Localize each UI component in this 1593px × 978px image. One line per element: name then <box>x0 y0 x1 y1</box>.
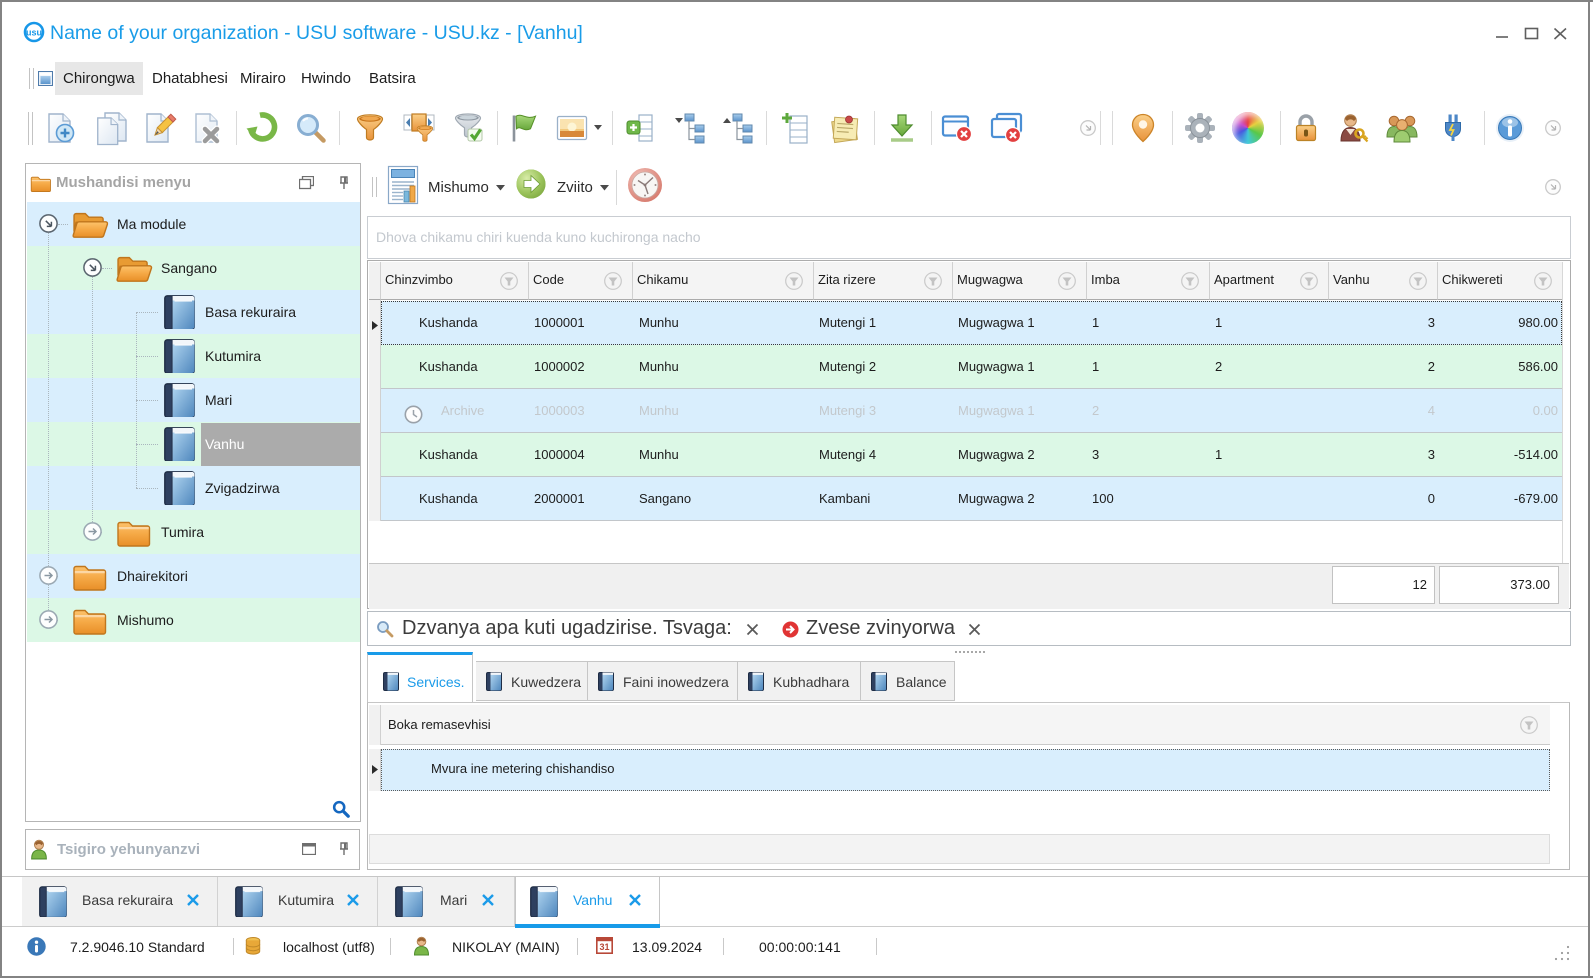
svg-text:31: 31 <box>599 942 609 952</box>
svg-text:usu: usu <box>26 28 42 38</box>
